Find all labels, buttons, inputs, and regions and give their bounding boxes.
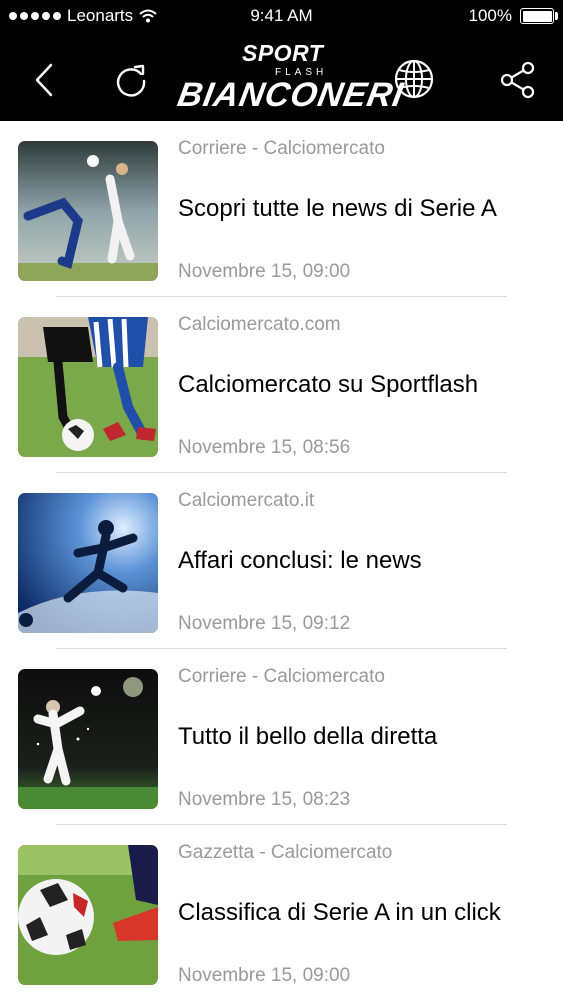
news-source: Corriere - Calciomercato [178,666,385,687]
news-list: Corriere - Calciomercato Scopri tutte le… [0,121,563,1001]
news-source: Calciomercato.com [178,314,341,335]
news-item[interactable]: Gazzetta - Calciomercato Classifica di S… [0,825,563,1001]
logo-sport-text: SPORT [242,40,324,66]
news-time: Novembre 15, 09:12 [178,613,351,634]
news-source: Calciomercato.it [178,490,315,511]
news-thumbnail [18,141,158,281]
news-time: Novembre 15, 08:56 [178,437,351,458]
back-icon [35,63,53,97]
news-thumbnail [18,669,158,809]
battery-group: 100% [468,6,558,26]
news-title: Scopri tutte le news di Serie A [178,195,497,222]
refresh-button[interactable] [103,52,159,108]
news-title: Tutto il bello della diretta [178,723,438,750]
news-item[interactable]: Corriere - Calciomercato Scopri tutte le… [0,121,563,297]
status-bar: Leonarts 9:41 AM 100% [0,0,563,32]
news-thumbnail [18,845,158,985]
battery-label: 100% [468,6,512,25]
back-button[interactable] [16,52,72,108]
news-item[interactable]: Calciomercato.it Affari conclusi: le new… [0,473,563,649]
share-button[interactable] [490,52,546,108]
news-item[interactable]: Corriere - Calciomercato Tutto il bello … [0,649,563,825]
news-title: Affari conclusi: le news [178,547,422,574]
news-source: Gazzetta - Calciomercato [178,842,393,863]
news-source: Corriere - Calciomercato [178,138,385,159]
top-bar: Leonarts 9:41 AM 100% SPORT FLASH BIANCO… [0,0,563,121]
news-title: Classifica di Serie A in un click [178,899,501,926]
battery-icon [520,8,558,24]
refresh-icon [116,64,146,97]
news-title: Calciomercato su Sportflash [178,371,479,398]
share-icon [500,61,535,99]
app-logo: SPORT FLASH BIANCONERI [175,40,440,118]
news-thumbnail [18,493,158,633]
news-time: Novembre 15, 08:23 [178,789,351,810]
news-thumbnail [18,317,158,457]
globe-icon[interactable] [393,58,435,100]
news-item[interactable]: Calciomercato.com Calciomercato su Sport… [0,297,563,473]
logo-brand-text: BIANCONERI [174,76,407,114]
news-time: Novembre 15, 09:00 [178,965,351,986]
news-time: Novembre 15, 09:00 [178,261,351,282]
